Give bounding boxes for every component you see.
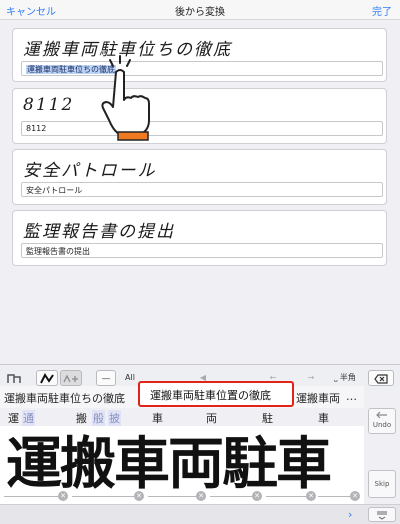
symbol-mode-button[interactable] <box>60 370 82 386</box>
handwriting-input: 運搬車両駐車 <box>6 431 332 497</box>
segment-delete-icon[interactable]: ✕ <box>252 491 262 501</box>
char-3[interactable]: 車 <box>152 410 163 426</box>
char-2-alt-2[interactable]: 披 <box>108 410 121 426</box>
char-4[interactable]: 両 <box>206 410 217 426</box>
char-6[interactable]: 車 <box>318 410 329 426</box>
hide-keyboard-key[interactable] <box>368 507 396 522</box>
char-1[interactable]: 運 <box>8 410 19 426</box>
entry-card-1[interactable]: 運搬車両駐車位ちの徹底 運搬車両駐車位ちの徹底 <box>12 28 387 82</box>
conversion-field-1[interactable]: 運搬車両駐車位ちの徹底 <box>21 61 383 76</box>
segment-delete-icon[interactable]: ✕ <box>306 491 316 501</box>
pen-mode-button[interactable] <box>36 370 58 386</box>
done-button[interactable]: 完了 <box>372 3 392 18</box>
segment-line <box>72 496 134 497</box>
char-2-alt-1[interactable]: 般 <box>92 410 105 426</box>
dash-button[interactable]: ― <box>96 370 116 386</box>
all-button[interactable]: All <box>122 370 138 386</box>
layout-icon[interactable] <box>6 371 24 385</box>
navigation-bar: キャンセル 後から変換 完了 <box>0 0 400 20</box>
delete-key[interactable] <box>368 370 394 386</box>
undo-label: Undo <box>372 421 392 429</box>
segment-delete-icon[interactable]: ✕ <box>134 491 144 501</box>
undo-icon <box>376 411 387 419</box>
entry-card-3[interactable]: 安全パトロール 安全パトロール <box>12 149 387 205</box>
candidate-1[interactable]: 運搬車両駐車位ちの徹底 <box>4 390 125 406</box>
forward-arrow-icon[interactable]: → <box>300 370 322 386</box>
handwriting-canvas[interactable]: 運搬車両駐車 ✕ ✕ ✕ ✕ ✕ ✕ <box>0 426 364 504</box>
handwriting-line-2: 8112 <box>23 95 75 115</box>
selected-candidate-text: 運搬車両駐車位置の徹底 <box>150 389 271 402</box>
pen-stroke-icon <box>40 373 54 384</box>
handwriting-line-4: 監理報告書の提出 <box>23 222 175 242</box>
candidate-3[interactable]: 運搬車両 <box>296 390 340 406</box>
pointing-hand-icon <box>101 55 150 141</box>
entry-card-4[interactable]: 監理報告書の提出 監理報告書の提出 <box>12 210 387 266</box>
more-candidates-button[interactable]: … <box>346 390 357 403</box>
char-5[interactable]: 駐 <box>262 410 273 426</box>
undo-key[interactable]: Undo <box>368 408 396 434</box>
nav-title: 後から変換 <box>175 7 225 18</box>
hankaku-label: 半角 <box>339 373 356 382</box>
next-arrow-icon[interactable]: › <box>348 508 352 521</box>
segment-delete-icon[interactable]: ✕ <box>58 491 68 501</box>
selected-candidate[interactable]: 運搬車両駐車位置の徹底 <box>138 381 294 407</box>
segment-delete-icon[interactable]: ✕ <box>350 491 360 501</box>
keyboard-dismiss-icon <box>377 511 387 520</box>
character-candidate-row: 運 通 搬 般 披 車 両 駐 車 <box>0 408 364 426</box>
handwriting-line-3: 安全パトロール <box>23 161 157 181</box>
hankaku-button[interactable]: ⎵ 半角 <box>328 370 362 386</box>
conversion-field-4[interactable]: 監理報告書の提出 <box>21 243 383 258</box>
bottom-bar: › <box>0 504 400 524</box>
segment-line <box>4 496 60 497</box>
delete-icon <box>374 374 388 384</box>
conversion-field-3[interactable]: 安全パトロール <box>21 182 383 197</box>
symbol-icon <box>63 374 78 383</box>
char-1-alt[interactable]: 通 <box>22 410 35 426</box>
entry-card-2[interactable]: 8112 8112 <box>12 88 387 144</box>
char-2[interactable]: 搬 <box>76 410 87 426</box>
skip-key[interactable]: Skip <box>368 470 396 498</box>
conversion-field-2[interactable]: 8112 <box>21 121 383 136</box>
segment-delete-icon[interactable]: ✕ <box>196 491 206 501</box>
